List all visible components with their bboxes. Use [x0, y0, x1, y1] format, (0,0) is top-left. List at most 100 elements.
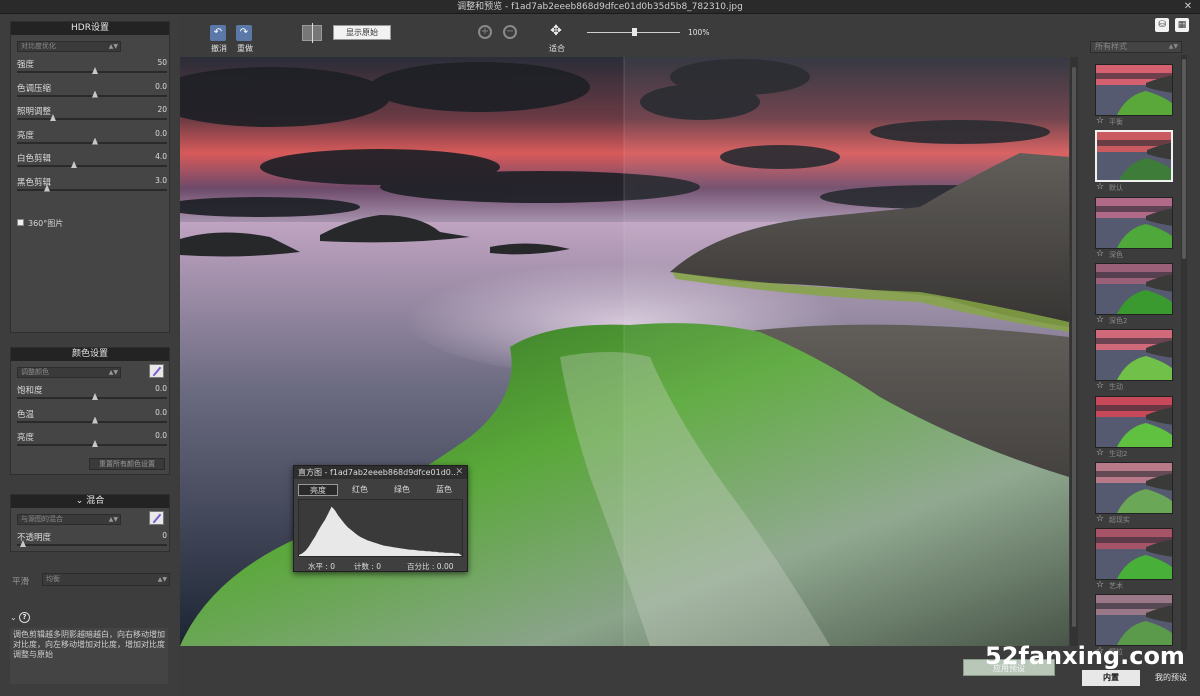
slider-row[interactable]: 强度 50 — [17, 58, 167, 78]
style-thumbnail[interactable] — [1095, 262, 1173, 315]
slider-track[interactable] — [17, 397, 167, 399]
style-thumbnail[interactable] — [1095, 130, 1173, 183]
slider-row[interactable]: 亮度 0.0 — [17, 129, 167, 149]
style-thumbnail[interactable] — [1095, 329, 1173, 382]
star-icon[interactable]: ☆ — [1096, 182, 1104, 193]
histogram-tab[interactable]: 绿色 — [382, 484, 422, 496]
style-preset[interactable]: ☆ 深色 — [1095, 196, 1173, 263]
help-icon[interactable]: ? — [19, 612, 30, 623]
histogram-title[interactable]: 直方图 - f1ad7ab2eeeb868d9dfce01d0... — [294, 466, 467, 479]
slider-row[interactable]: 白色剪辑 4.0 — [17, 152, 167, 172]
style-preset[interactable]: ☆ 生动2 — [1095, 395, 1173, 462]
split-view-icon[interactable] — [302, 23, 322, 43]
style-preset-name: 深色2 — [1109, 316, 1128, 325]
tab-my-presets[interactable]: 我的预设 — [1144, 670, 1198, 686]
slider-track[interactable] — [17, 188, 167, 191]
fit-label[interactable]: 适合 — [549, 43, 565, 54]
slider-track[interactable] — [17, 544, 167, 546]
style-preset[interactable]: ☆ 平衡 — [1095, 64, 1173, 130]
hdr-settings-group: HDR设置 对比度优化 ▲▼ 360°图片 强度 50 色调压缩 0.0 照明调整 20 亮… — [10, 21, 170, 333]
style-thumbnail[interactable] — [1095, 196, 1173, 249]
slider-row[interactable]: 饱和度 0.0 — [17, 384, 167, 404]
style-filter-select[interactable]: 所有样式 ▲▼ — [1090, 41, 1182, 53]
scrollbar-thumb[interactable] — [1072, 67, 1076, 627]
star-icon[interactable]: ☆ — [1096, 315, 1104, 326]
style-preset[interactable]: ☆ 艺术 — [1095, 528, 1173, 594]
styles-scrollbar[interactable] — [1181, 55, 1187, 650]
style-thumbnail[interactable] — [1095, 64, 1173, 116]
slider-track[interactable] — [17, 141, 167, 144]
style-preset[interactable]: ☆ 默认 — [1095, 130, 1173, 196]
star-icon[interactable]: ☆ — [1096, 448, 1104, 459]
reset-color-button[interactable]: 重置所有颜色设置 — [89, 458, 165, 470]
save-icon[interactable]: ⛁ — [1155, 18, 1169, 32]
zoom-slider-handle[interactable] — [632, 28, 637, 36]
fit-icon[interactable]: ✥ — [548, 23, 564, 39]
color-brush-icon[interactable] — [149, 364, 164, 378]
slider-row[interactable]: 黑色剪辑 3.0 — [17, 176, 167, 196]
style-preset-name: 超现实 — [1109, 515, 1130, 524]
slider-track[interactable] — [17, 94, 167, 97]
chevron-down-icon: ▲▼ — [108, 369, 118, 376]
star-icon[interactable]: ☆ — [1096, 580, 1104, 591]
color-preset-select[interactable]: 调整颜色 ▲▼ — [17, 367, 121, 378]
style-thumbnail[interactable] — [1095, 594, 1173, 647]
show-original-button[interactable]: 显示原始 — [333, 25, 391, 40]
histogram-percent: 百分比 : 0.00 — [407, 562, 454, 571]
histogram-tab[interactable]: 蓝色 — [424, 484, 464, 496]
smooth-select[interactable]: 均衡 ▲▼ — [42, 573, 170, 586]
slider-value: 20 — [157, 105, 167, 114]
star-icon[interactable]: ☆ — [1096, 116, 1104, 127]
style-preset-name: 生动2 — [1109, 449, 1128, 458]
style-thumbnail[interactable] — [1095, 528, 1173, 581]
window-close-button[interactable]: ✕ — [1182, 0, 1194, 14]
style-preset[interactable]: ☆ 深色2 — [1095, 262, 1173, 329]
blend-brush-icon[interactable] — [149, 511, 164, 525]
style-thumbnail[interactable] — [1095, 461, 1173, 514]
star-icon[interactable]: ☆ — [1096, 381, 1104, 392]
grid-view-icon[interactable]: ▦ — [1175, 18, 1189, 32]
zoom-value: 100% — [688, 28, 710, 37]
slider-row[interactable]: 色调压缩 0.0 — [17, 82, 167, 102]
histogram-tab[interactable]: 亮度 — [298, 484, 338, 496]
slider-track[interactable] — [17, 165, 167, 167]
zoom-out-icon[interactable]: − — [503, 25, 517, 39]
style-preset-name: 艺术 — [1109, 582, 1123, 591]
slider-row[interactable]: 照明调整 20 — [17, 105, 167, 125]
preview-scrollbar[interactable] — [1070, 57, 1078, 646]
style-preset[interactable]: ☆ 超现实 — [1095, 461, 1173, 528]
close-icon[interactable]: ✕ — [455, 466, 463, 479]
redo-label[interactable]: 重做 — [237, 43, 253, 54]
panorama-checkbox[interactable] — [17, 219, 24, 226]
style-thumbnail[interactable] — [1095, 395, 1173, 448]
slider-track[interactable] — [17, 420, 167, 423]
style-preset-name: 默认 — [1109, 184, 1123, 193]
slider-row[interactable]: 色温 0.0 — [17, 408, 167, 428]
histogram-count: 计数 : 0 — [354, 562, 382, 571]
chevron-down-icon: ▲▼ — [1168, 43, 1178, 50]
undo-icon[interactable]: ↶ — [210, 25, 226, 41]
scrollbar-thumb[interactable] — [1182, 59, 1186, 259]
star-icon[interactable]: ☆ — [1096, 514, 1104, 525]
chevron-down-icon[interactable]: ⌄ — [10, 613, 17, 622]
style-preset[interactable]: ☆ 生动 — [1095, 329, 1173, 395]
histogram-tab[interactable]: 红色 — [340, 484, 380, 496]
slider-track[interactable] — [17, 118, 167, 120]
slider-track[interactable] — [17, 444, 167, 446]
tab-builtin[interactable]: 内置 — [1082, 670, 1140, 686]
star-icon[interactable]: ☆ — [1096, 249, 1104, 260]
styles-panel: ⛁ ▦ 所有样式 ▲▼ 内置 我的预设 ☆ 平衡 ☆ 默认 ☆ 深色 ☆ 深色2 ☆ 生动 ☆ 生动2… — [1080, 15, 1200, 696]
zoom-in-icon[interactable]: + — [478, 25, 492, 39]
hdr-preset-select[interactable]: 对比度优化 ▲▼ — [17, 41, 121, 52]
slider-track[interactable] — [17, 71, 167, 73]
chevron-down-icon[interactable]: ⌄ — [76, 496, 86, 506]
slider-value: 0.0 — [155, 431, 167, 440]
slider-row[interactable]: 亮度 0.0 — [17, 431, 167, 451]
opacity-slider[interactable]: 不透明度 0 — [17, 531, 167, 551]
color-settings-title: 颜色设置 — [11, 348, 169, 361]
undo-label[interactable]: 撤消 — [211, 43, 227, 54]
blend-mode-select[interactable]: 与源图的混合 ▲▼ — [17, 514, 121, 525]
toolbar: ↶ 撤消 ↷ 重做 显示原始 + − ✥ 适合 100% — [180, 15, 1080, 57]
redo-icon[interactable]: ↷ — [236, 25, 252, 41]
chevron-down-icon: ▲▼ — [108, 43, 118, 50]
